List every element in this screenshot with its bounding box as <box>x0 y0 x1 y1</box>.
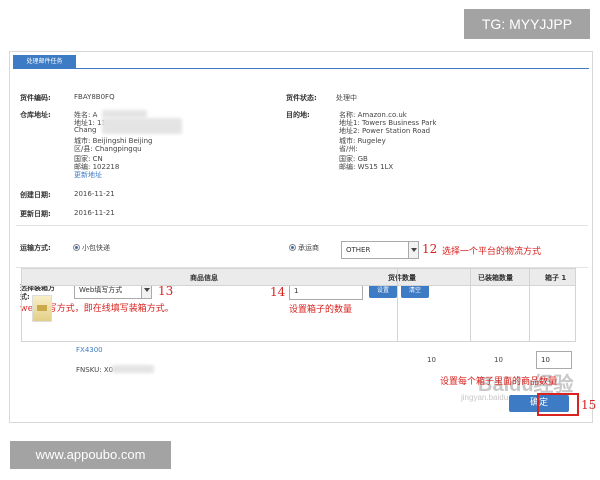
task-id-label: 货件编码: <box>20 94 51 102</box>
carrier-select-value: OTHER <box>346 246 371 254</box>
updated-value: 2016-11-21 <box>74 209 115 217</box>
warehouse-line-address2: Chang <box>74 126 97 134</box>
product-thumbnail <box>32 295 52 322</box>
warehouse-label: 仓库地址: <box>20 111 51 119</box>
created-label: 创建日期: <box>20 191 51 199</box>
chevron-down-icon <box>408 242 418 258</box>
update-address-link[interactable]: 更新地址 <box>74 170 102 180</box>
blurred-fnsku <box>112 365 154 373</box>
radio-small-packet[interactable] <box>73 244 80 251</box>
dest-line-address2: 地址2: Power Station Road <box>339 127 431 135</box>
dest-line-state: 省/州: <box>339 145 358 153</box>
blurred-address <box>102 118 182 134</box>
th-packed-qty: 已装箱数量 <box>478 274 513 282</box>
annotation-step-15: 15 <box>581 398 597 412</box>
packed-qty-value: 10 <box>494 356 503 364</box>
dest-line-postcode: 邮编: WS15 1LX <box>339 163 394 171</box>
carrier-select[interactable]: OTHER <box>341 241 419 259</box>
warehouse-line-district: 区/县: Changpingqu <box>74 145 142 153</box>
column-divider <box>529 268 530 342</box>
shipping-method-label: 运输方式: <box>20 244 51 252</box>
confirm-highlight-box <box>537 393 579 416</box>
product-fnsku: FNSKU: X0 <box>76 366 114 374</box>
table-header: 商品信息 货件数量 已装箱数量 箱子 1 <box>21 268 576 286</box>
tab-underline <box>13 68 589 69</box>
annotation-step-12: 12 <box>422 242 438 256</box>
box-item-qty-note: 设置每个箱子里面的商品数量 <box>440 377 558 387</box>
radio-carrier[interactable] <box>289 244 296 251</box>
th-product-info: 商品信息 <box>190 274 218 282</box>
tab-process-task[interactable]: 处理邮件任务 <box>13 55 76 68</box>
column-divider <box>470 268 471 342</box>
destination-label: 目的地: <box>286 111 310 119</box>
created-value: 2016-11-21 <box>74 190 115 198</box>
divider <box>16 225 588 226</box>
radio-small-packet-label: 小包快递 <box>82 244 110 252</box>
blurred-name <box>102 110 147 118</box>
product-sku-link[interactable]: FX4300 <box>76 346 103 354</box>
updated-label: 更新日期: <box>20 210 51 218</box>
radio-carrier-label: 承运商 <box>298 244 319 252</box>
box-1-qty-input[interactable]: 10 <box>536 351 572 369</box>
watermark-top: TG: MYYJJPP <box>464 9 590 39</box>
th-box-1: 箱子 1 <box>545 274 567 282</box>
th-shipment-qty: 货件数量 <box>388 274 416 282</box>
status-label: 货件状态: <box>286 94 317 102</box>
shipment-qty-value: 10 <box>427 356 436 364</box>
table-row <box>21 286 576 342</box>
task-id-value: FBAY8B0FQ <box>74 93 115 101</box>
status-value: 处理中 <box>336 94 357 102</box>
column-divider <box>397 268 398 342</box>
annotation-step-12-text: 选择一个平台的物流方式 <box>442 247 542 257</box>
watermark-bottom: www.appoubo.com <box>10 441 171 469</box>
